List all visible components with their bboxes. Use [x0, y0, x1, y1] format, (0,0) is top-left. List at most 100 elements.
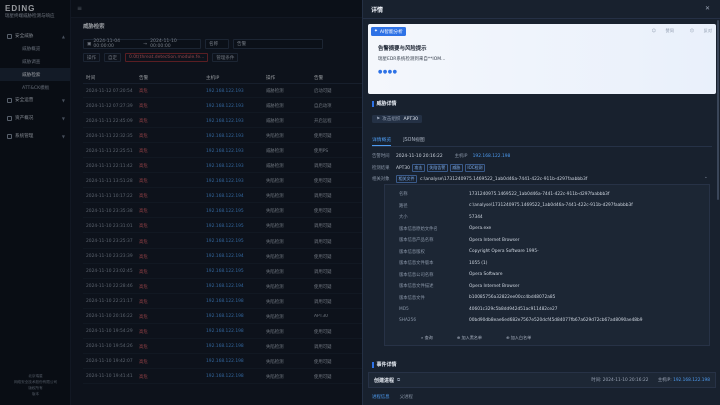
file-attr-key: 版本信息文件 [399, 295, 425, 301]
host-ip-label: 主机IP [454, 154, 468, 159]
file-attr-row: 名称 1731240975.1469522_1ab0d46a-7441-422c-… [399, 189, 609, 199]
ai-text: 瑞星EDR系统检测到来自**IOM... [378, 57, 446, 62]
process-meta: 时间: 2024-11-10 20:16:22 主机IP: 192.168.12… [591, 377, 710, 383]
ai-badge-label: AI智能分析 [379, 29, 403, 35]
event-detail-title: 事件详情 [372, 361, 397, 368]
target-label: 相关对象 [372, 177, 390, 182]
like-button[interactable]: ☺ 赞同 [644, 28, 674, 34]
file-attr-row: 版本信息原始文件名 Opera.exe [399, 224, 491, 234]
tab-divider [372, 146, 712, 147]
attack-org-value: APT30 [403, 116, 419, 122]
alert-time-label: 告警时间 [372, 154, 390, 159]
host-ip-link[interactable]: 192.168.122.198 [473, 154, 511, 159]
file-attr-value: b10085756a32822ee00cc4bd48072a85 [469, 295, 556, 300]
whitelist-label: 加入白名单 [510, 335, 532, 340]
blacklist-label: 加入黑名单 [461, 335, 482, 340]
detect-chip: 失陷告警 [426, 164, 448, 172]
like-label: 赞同 [665, 28, 674, 33]
file-attr-value: Copyright Opera Software 1995- [469, 249, 539, 254]
file-attr-value: Opera Internet Browser [469, 237, 520, 243]
file-attr-value: 57344 [469, 214, 483, 220]
dislike-label: 反对 [703, 28, 712, 33]
ai-actions: ☺ 赞同 ☹ 反对 [636, 28, 712, 34]
file-attr-value: 1731240975.1469522_1ab0d46a-7441-422c-91… [469, 191, 610, 197]
thumb-up-icon: ☺ [651, 28, 657, 33]
file-detail-panel: 名称 1731240975.1469522_1ab0d46a-7441-422c-… [384, 184, 710, 346]
alert-time-row: 告警时间 2024-11-10 20:16:22 主机IP 192.168.12… [372, 153, 511, 160]
ai-badge: ✦ AI智能分析 [371, 27, 406, 36]
file-attr-key: 版本信息版权 [399, 249, 425, 255]
file-attr-row: 版本信息文件版本 1055 (1) [399, 258, 487, 268]
file-attr-row: 版本信息公司名称 Opera Software [399, 270, 502, 280]
file-attr-row: MD5 40601c329c5b8dd942d51ac911482ce27 [399, 304, 558, 314]
file-attr-value: 1055 (1) [469, 260, 488, 266]
attack-org-row: ⚑ 攻击组织 APT30 [372, 114, 423, 124]
process-host-label: 主机IP: [657, 378, 672, 383]
tab-overview[interactable]: 详情概览 [372, 136, 392, 146]
file-attr-key: SHA256 [399, 318, 417, 323]
target-chip: 相关文件 [396, 175, 417, 183]
detect-chip: 攻击 [411, 164, 425, 172]
file-attr-value: 40601c329c5b8dd942d51ac911482ce27 [469, 306, 558, 312]
file-attr-key: 版本信息公司名称 [399, 272, 434, 278]
attack-org-pill: ⚑ 攻击组织 APT30 [372, 115, 423, 123]
chevron-up-icon[interactable]: ⌃ [704, 177, 708, 182]
query-label: 查询 [424, 335, 433, 340]
close-icon[interactable]: ✕ [705, 5, 710, 12]
file-attr-row: 版本信息文件 b10085756a32822ee00cc4bd48072a85 [399, 293, 555, 303]
ai-analysis-card: ✦ AI智能分析 ☺ 赞同 ☹ 反对 告警摘要与风险提示 瑞星EDR系统检测到来… [368, 24, 716, 94]
file-attr-row: 版本信息产品名称 Opera Internet Browser [399, 235, 519, 245]
file-attr-row: SHA256 00bd90db8eae6ed682e7567e520dcf45d8… [399, 316, 643, 326]
file-attr-value: c:\analyse\1731240975.1469522_1ab0d46a-7… [469, 203, 633, 208]
detail-tabs: 详情概览 JSON视图 [372, 136, 437, 146]
file-attr-key: 版本信息原始文件名 [399, 226, 438, 232]
file-attr-row: 路径 c:\analyse\1731240975.1469522_1ab0d46a… [399, 201, 633, 211]
file-attr-key: 路径 [399, 203, 408, 209]
detect-result-value: APT30 [396, 165, 410, 171]
file-attr-value: Opera.exe [469, 226, 492, 231]
query-button[interactable]: ⌕ 查询 [421, 335, 445, 341]
target-row: 相关对象 相关文件 c:\analyse\1731240975.1469522_… [372, 175, 708, 183]
file-attr-key: 版本信息产品名称 [399, 238, 434, 243]
threat-detail-title: 威胁详情 [372, 100, 397, 107]
tab-parent-process[interactable]: 父进程 [400, 394, 413, 400]
file-attr-key: 版本信息文件版本 [399, 261, 434, 266]
file-attr-value: Opera Software [469, 272, 503, 277]
detect-chip: 威胁 [449, 164, 463, 172]
detail-drawer: 详情 ✕ ✦ AI智能分析 ☺ 赞同 ☹ 反对 告警摘要与风险提示 瑞星EDR系… [362, 0, 720, 405]
drawer-scrollbar[interactable] [717, 20, 719, 200]
process-host-link[interactable]: 192.168.122.198 [673, 378, 710, 383]
file-attr-value: 00bd90db8eae6ed682e7567e520dcf45d84077fb… [469, 318, 643, 323]
file-attr-row: 大小 57344 [399, 212, 483, 222]
file-attr-key: MD5 [399, 306, 409, 312]
dislike-button[interactable]: ☹ 反对 [682, 28, 712, 34]
drawer-title: 详情 [371, 6, 384, 14]
file-attr-key: 大小 [399, 215, 408, 220]
process-title: 创建进程 [374, 377, 395, 384]
process-header: 创建进程 ⧉ 时间: 2024-11-10 20:16:22 主机IP: 192… [368, 372, 716, 388]
detect-result-label: 检测结果 [372, 166, 390, 171]
copy-icon[interactable]: ⧉ [397, 377, 400, 383]
file-attr-row: 版本信息文件描述 Opera Internet Browser [399, 281, 519, 291]
alert-time-value: 2024-11-10 20:16:22 [396, 153, 443, 159]
process-time-label: 时间: [591, 378, 602, 383]
detect-chip: IOC检测 [464, 164, 486, 172]
target-value: c:\analyse\1731240975.1469522_1ab0d46a-7… [420, 176, 588, 182]
attack-org-label: 攻击组织 [382, 117, 401, 122]
process-time: 2024-11-10 20:16:22 [602, 378, 649, 383]
tab-process-info[interactable]: 进程信息 [372, 394, 390, 400]
file-attr-row: 版本信息版权 Copyright Opera Software 1995- [399, 247, 539, 257]
thumb-down-icon: ☹ [689, 28, 695, 33]
tab-json[interactable]: JSON视图 [403, 136, 424, 146]
file-attr-key: 名称 [399, 192, 408, 197]
blacklist-button[interactable]: ⊕ 加入黑名单 [457, 335, 494, 341]
ai-heading: 告警摘要与风险提示 [378, 46, 427, 52]
file-attr-key: 版本信息文件描述 [399, 284, 434, 289]
whitelist-button[interactable]: ⊕ 加入白名单 [506, 335, 543, 341]
file-attr-value: Opera Internet Browser [469, 283, 520, 289]
flag-icon: ⚑ [376, 116, 381, 122]
detect-result-row: 检测结果 APT30 攻击 失陷告警 威胁 IOC检测 [372, 164, 486, 172]
process-tabs: 进程信息 父进程 [372, 394, 423, 400]
loading-dots: ●●●● [378, 69, 398, 75]
file-actions: ⌕ 查询 ⊕ 加入黑名单 ⊕ 加入白名单 [421, 335, 555, 341]
